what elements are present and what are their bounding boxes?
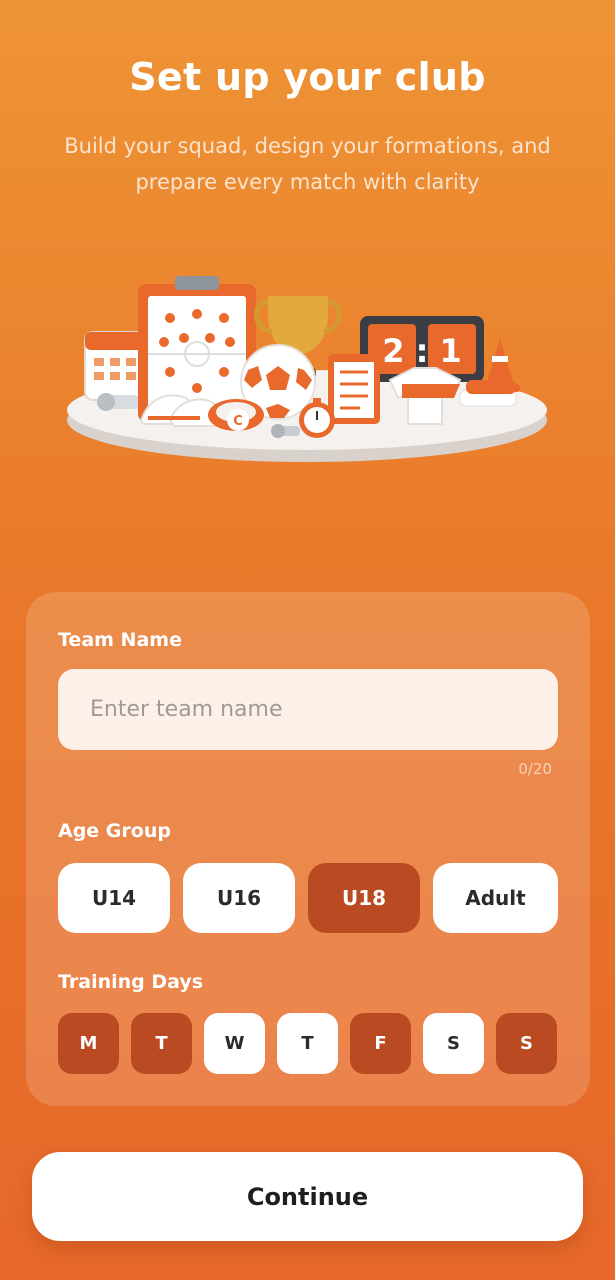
- training-days-label: Training Days: [58, 971, 204, 993]
- armband-letter: C: [233, 414, 243, 429]
- day-toggle-saturday[interactable]: S: [423, 1013, 484, 1074]
- day-toggle-monday[interactable]: M: [58, 1013, 119, 1074]
- age-option-u18[interactable]: U18: [308, 863, 420, 933]
- captain-armband-icon: C: [208, 399, 264, 431]
- whistle-icon-2: [271, 424, 300, 438]
- day-toggle-sunday[interactable]: S: [496, 1013, 557, 1074]
- team-name-label: Team Name: [58, 629, 182, 651]
- calendar-icon: [84, 331, 148, 401]
- club-equipment-illustration: 2 : 1 C: [67, 276, 547, 462]
- clipboard-icon: [328, 354, 380, 424]
- age-option-u14[interactable]: U14: [58, 863, 170, 933]
- day-toggle-thursday[interactable]: T: [277, 1013, 338, 1074]
- team-name-char-count: 0/20: [518, 760, 552, 778]
- towels-icon: [459, 380, 517, 407]
- page-subtitle: Build your squad, design your formations…: [64, 134, 551, 194]
- age-group-label: Age Group: [58, 820, 171, 842]
- training-days-options: M T W T F S S: [58, 1013, 558, 1074]
- team-name-input[interactable]: [58, 669, 558, 750]
- club-setup-form: Team Name 0/20 Age Group U14 U16 U18 Adu…: [26, 592, 590, 1106]
- day-toggle-tuesday[interactable]: T: [131, 1013, 192, 1074]
- page-title: Set up your club: [129, 55, 486, 99]
- age-option-u16[interactable]: U16: [183, 863, 295, 933]
- day-toggle-wednesday[interactable]: W: [204, 1013, 265, 1074]
- whistle-icon: [97, 393, 140, 411]
- age-group-options: U14 U16 U18 Adult: [58, 863, 558, 933]
- day-toggle-friday[interactable]: F: [350, 1013, 411, 1074]
- continue-button[interactable]: Continue: [32, 1152, 583, 1241]
- scoreboard-score: 2 : 1: [382, 332, 462, 370]
- age-option-adult[interactable]: Adult: [433, 863, 558, 933]
